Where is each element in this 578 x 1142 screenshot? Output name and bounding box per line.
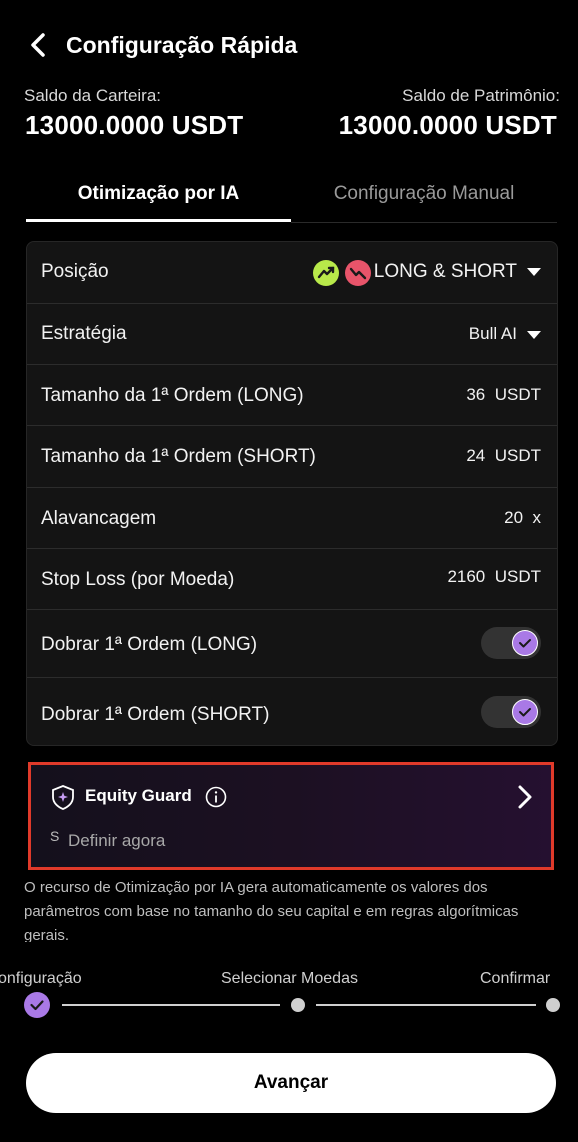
- ai-optimization-description: O recurso de Otimização por IA gera auto…: [24, 879, 519, 942]
- double-long-label: Dobrar 1ª Ordem (LONG): [41, 634, 258, 655]
- wallet-balance-label: Saldo da Carteira:: [24, 86, 162, 105]
- checkmark-icon: [512, 630, 538, 656]
- short-size-unit: USDT: [494, 446, 541, 465]
- step-connector: [62, 1004, 280, 1006]
- shield-icon: [50, 784, 76, 810]
- double-short-row: Dobrar 1ª Ordem (SHORT): [27, 677, 557, 745]
- long-size-value: 36: [466, 385, 486, 404]
- leverage-unit: x: [532, 508, 542, 527]
- strategy-label: Estratégia: [41, 323, 127, 344]
- checkmark-icon: [512, 699, 538, 725]
- long-trend-icon: [313, 260, 339, 286]
- step-dot: [546, 998, 560, 1012]
- next-button[interactable]: Avançar: [26, 1053, 556, 1113]
- short-size-input[interactable]: 24 USDT: [466, 446, 541, 466]
- equity-guard-title: Equity Guard: [85, 786, 192, 805]
- back-chevron-icon[interactable]: [26, 32, 52, 58]
- equity-guard-action[interactable]: Definir agora: [68, 831, 165, 851]
- double-short-label: Dobrar 1ª Ordem (SHORT): [41, 704, 270, 725]
- info-icon[interactable]: [205, 786, 227, 808]
- leverage-input[interactable]: 20 x: [504, 508, 541, 528]
- tab-manual-config[interactable]: Configuração Manual: [291, 183, 557, 205]
- equity-guard-card[interactable]: [28, 762, 554, 870]
- strategy-dropdown[interactable]: Bull AI: [469, 324, 541, 344]
- position-dropdown[interactable]: LONG & SHORT: [374, 261, 541, 283]
- stop-loss-label: Stop Loss (por Moeda): [41, 569, 235, 590]
- strategy-value: Bull AI: [468, 324, 517, 343]
- settings-card: Posição LONG & SHORT Estratégia Bull AI …: [26, 241, 558, 746]
- stop-loss-unit: USDT: [494, 567, 541, 586]
- long-size-input[interactable]: 36 USDT: [466, 385, 541, 405]
- chevron-down-icon: [527, 330, 541, 339]
- double-short-toggle[interactable]: [481, 696, 541, 728]
- wallet-balance-value: 13000.0000 USDT: [25, 110, 244, 140]
- long-size-label: Tamanho da 1ª Ordem (LONG): [41, 385, 304, 406]
- stop-loss-row[interactable]: Stop Loss (por Moeda) 2160 USDT: [27, 548, 557, 610]
- short-size-row[interactable]: Tamanho da 1ª Ordem (SHORT) 24 USDT: [27, 425, 557, 488]
- leverage-value: 20: [504, 508, 524, 527]
- long-size-row[interactable]: Tamanho da 1ª Ordem (LONG) 36 USDT: [27, 364, 557, 426]
- stop-loss-value: 2160: [447, 567, 486, 586]
- tab-divider: [291, 222, 557, 223]
- chevron-down-icon: [527, 267, 541, 276]
- tab-ai-optimization[interactable]: Otimização por IA: [26, 183, 291, 205]
- active-tab-indicator: [26, 219, 291, 222]
- stop-loss-input[interactable]: 2160 USDT: [447, 567, 541, 587]
- long-size-unit: USDT: [494, 385, 541, 404]
- short-size-label: Tamanho da 1ª Ordem (SHORT): [41, 446, 316, 467]
- position-value: LONG & SHORT: [373, 261, 517, 282]
- short-trend-icon: [345, 260, 371, 286]
- step-confirm-label: Confirmar: [480, 970, 551, 987]
- short-size-value: 24: [466, 446, 486, 465]
- equity-balance-label: Saldo de Patrimônio:: [402, 86, 560, 105]
- step-config-label: onfiguração: [0, 970, 82, 987]
- double-long-toggle[interactable]: [481, 627, 541, 659]
- double-long-row: Dobrar 1ª Ordem (LONG): [27, 609, 557, 678]
- equity-guard-prefix: S: [50, 828, 60, 844]
- position-row[interactable]: Posição LONG & SHORT: [27, 242, 557, 304]
- step-connector: [316, 1004, 536, 1006]
- equity-balance-value: 13000.0000 USDT: [338, 110, 557, 140]
- step-dot: [291, 998, 305, 1012]
- chevron-right-icon[interactable]: [514, 784, 536, 810]
- step-done-check-icon: [24, 992, 50, 1018]
- step-select-coins-label: Selecionar Moedas: [221, 970, 358, 987]
- page-title: Configuração Rápida: [66, 32, 298, 58]
- leverage-row[interactable]: Alavancagem 20 x: [27, 487, 557, 549]
- position-label: Posição: [41, 261, 109, 282]
- leverage-label: Alavancagem: [41, 508, 157, 529]
- strategy-row[interactable]: Estratégia Bull AI: [27, 303, 557, 365]
